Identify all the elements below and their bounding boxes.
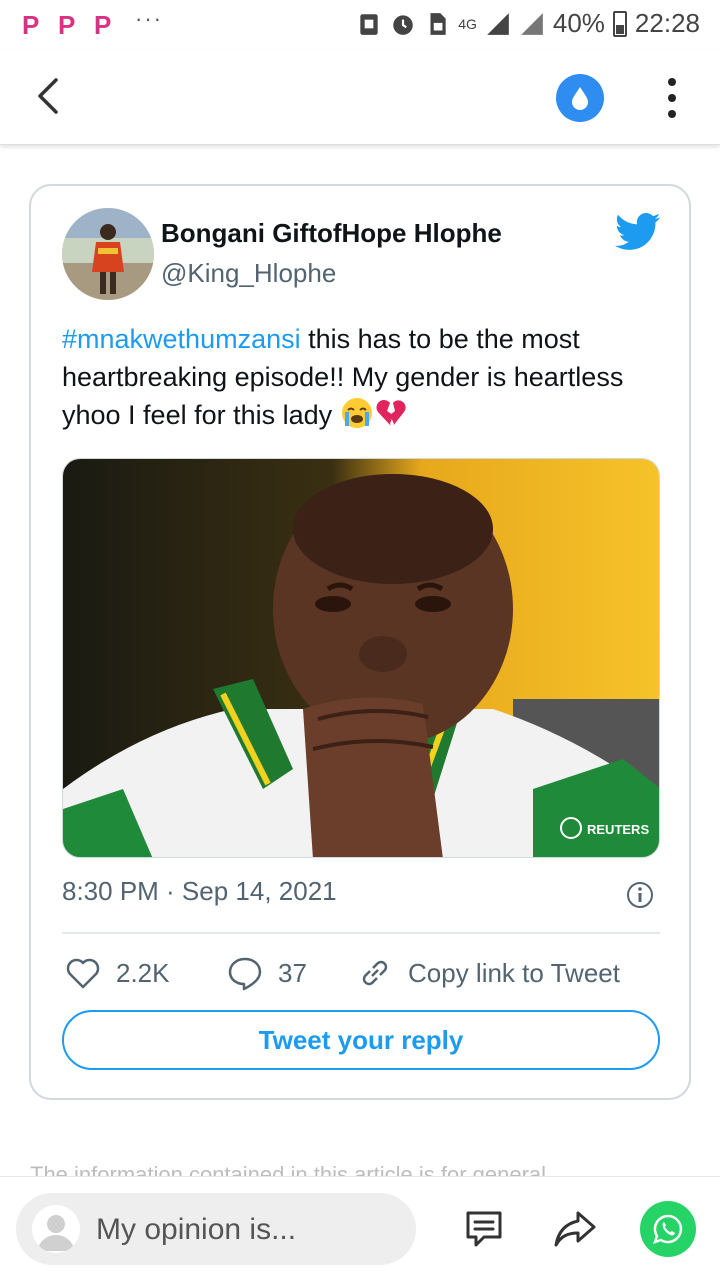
comment-placeholder: My opinion is... bbox=[96, 1213, 297, 1246]
tweet-media-image[interactable]: REUTERS bbox=[62, 458, 660, 858]
article-text-snippet: The information contained in this articl… bbox=[30, 1162, 547, 1176]
reuters-watermark: REUTERS bbox=[587, 822, 649, 837]
more-options-icon[interactable] bbox=[654, 74, 690, 122]
comment-input[interactable]: My opinion is... bbox=[16, 1193, 416, 1265]
share-arrow-icon[interactable] bbox=[552, 1207, 598, 1251]
status-bar: P P P ··· 4G 40% 22:28 bbox=[0, 0, 720, 50]
app-notification-icon: P bbox=[22, 10, 40, 40]
hashtag-link[interactable]: #mnakwethumzansi bbox=[62, 324, 301, 354]
embedded-tweet-card: Bongani GiftofHope Hlophe @King_Hlophe #… bbox=[29, 184, 691, 1100]
battery-percent: 40% bbox=[552, 8, 605, 38]
app-notification-icon: P bbox=[94, 10, 112, 40]
like-count: 2.2K bbox=[116, 957, 170, 988]
whatsapp-share-button[interactable] bbox=[640, 1201, 696, 1257]
data-saver-button[interactable] bbox=[556, 74, 604, 122]
author-avatar[interactable] bbox=[62, 208, 154, 300]
user-avatar-icon bbox=[32, 1205, 80, 1253]
reply-count-button[interactable]: 37 bbox=[226, 954, 307, 992]
bottom-comment-bar: My opinion is... bbox=[0, 1176, 720, 1281]
copy-link-label: Copy link to Tweet bbox=[408, 957, 620, 988]
crying-face-emoji-icon bbox=[341, 398, 372, 428]
alarm-icon bbox=[393, 14, 413, 35]
recycle-icon bbox=[360, 13, 378, 35]
whatsapp-icon bbox=[653, 1214, 683, 1244]
avatar-photo bbox=[62, 208, 154, 300]
comments-icon[interactable] bbox=[462, 1207, 506, 1251]
tweet-timestamp[interactable]: 8:30 PM · Sep 14, 2021 bbox=[62, 876, 337, 907]
more-notifications-indicator: ··· bbox=[135, 6, 163, 31]
app-notification-icon: P bbox=[58, 10, 76, 40]
app-bar bbox=[0, 50, 720, 145]
tweet-reply-button[interactable]: Tweet your reply bbox=[62, 1010, 660, 1070]
copy-link-button[interactable]: Copy link to Tweet bbox=[356, 954, 620, 992]
tweet-text: #mnakwethumzansi this has to be the most… bbox=[62, 320, 662, 434]
battery-icon bbox=[612, 10, 627, 37]
heart-icon bbox=[66, 958, 100, 989]
back-arrow-icon[interactable] bbox=[28, 74, 72, 118]
divider bbox=[62, 932, 660, 934]
reply-count: 37 bbox=[278, 957, 307, 988]
signal-icon bbox=[487, 12, 509, 35]
water-drop-icon bbox=[572, 87, 588, 110]
network-type-label: 4G bbox=[458, 15, 477, 32]
signal-icon-2 bbox=[521, 12, 543, 35]
broken-heart-emoji-icon bbox=[376, 400, 406, 426]
sim-card-icon bbox=[430, 12, 446, 35]
info-icon[interactable] bbox=[625, 880, 655, 910]
link-icon bbox=[362, 960, 388, 986]
twitter-bird-icon[interactable] bbox=[615, 212, 661, 252]
like-button[interactable]: 2.2K bbox=[64, 954, 170, 992]
author-name[interactable]: Bongani GiftofHope Hlophe bbox=[161, 218, 502, 249]
author-handle[interactable]: @King_Hlophe bbox=[161, 258, 336, 289]
photo-crying-man: REUTERS bbox=[63, 459, 659, 857]
clock: 22:28 bbox=[634, 8, 700, 38]
speech-bubble-icon bbox=[228, 957, 262, 991]
